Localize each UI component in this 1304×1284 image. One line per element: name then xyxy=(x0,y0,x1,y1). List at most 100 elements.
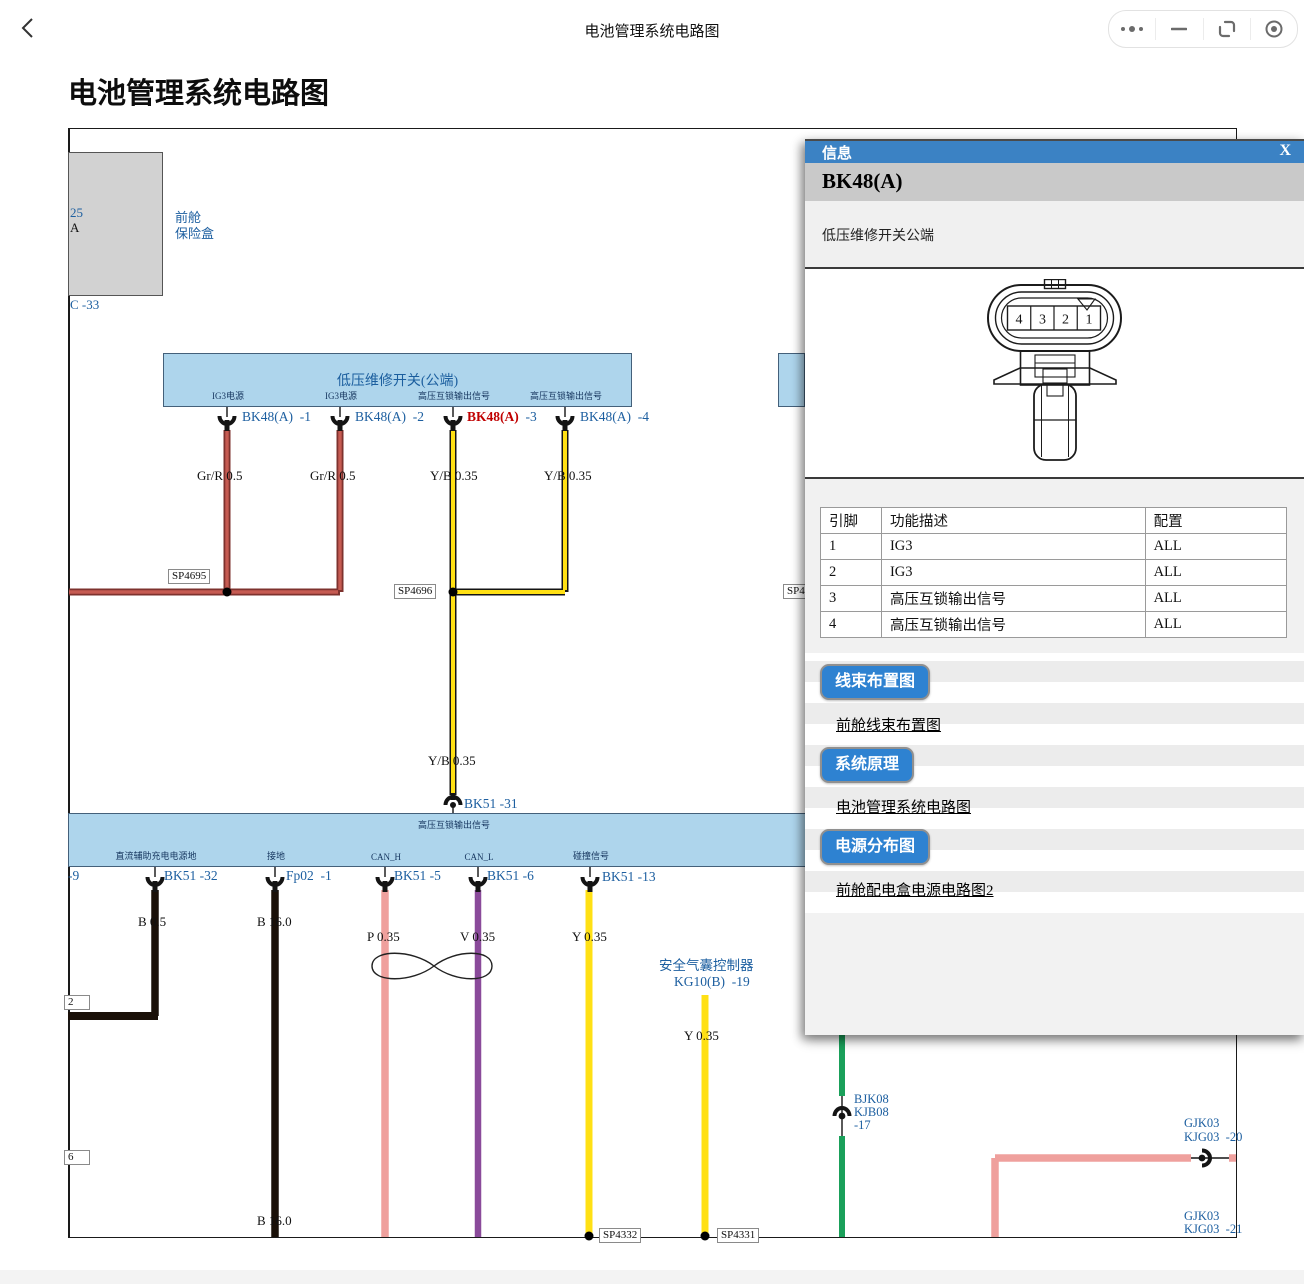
wire-gauge-label: Y 0.35 xyxy=(572,929,607,945)
wire-gauge-label: B 16.0 xyxy=(257,914,292,930)
close-icon[interactable]: X xyxy=(1279,142,1291,160)
table-row: 1 IG3 ALL xyxy=(821,534,1287,560)
connector-label-gjk03-top[interactable]: GJK03 xyxy=(1184,1116,1219,1131)
terminal-glyph-gjk03 xyxy=(1191,1151,1229,1166)
twisted-pair-icon xyxy=(372,953,492,979)
connector-label-bk48-3-pin: -3 xyxy=(519,409,537,424)
minimize-button[interactable] xyxy=(1156,18,1203,40)
splice-label-sp4332[interactable]: SP4332 xyxy=(599,1228,641,1243)
cell-desc: IG3 xyxy=(881,560,1145,586)
pin-table-header: 配置 xyxy=(1145,508,1286,534)
connector-label-bk51-32[interactable]: BK51 -32 xyxy=(164,868,218,884)
record-button[interactable] xyxy=(1251,18,1297,40)
connector-label-bk51-5[interactable]: BK51 -5 xyxy=(394,868,441,884)
wire-gauge-label: B 16.0 xyxy=(257,1213,292,1229)
cell-cfg: ALL xyxy=(1145,586,1286,612)
wire-gauge-label: P 0.35 xyxy=(367,929,400,945)
pin-table: 引脚 功能描述 配置 1 IG3 ALL 2 IG3 ALL 3 高压互锁输出信… xyxy=(820,507,1287,638)
cell-pin: 3 xyxy=(821,586,882,612)
fuse-value: 25 xyxy=(70,205,83,221)
pin-number: 3 xyxy=(1039,313,1046,328)
harness-layout-button[interactable]: 线束布置图 xyxy=(820,664,930,700)
edge-splice-label-6[interactable]: 6 xyxy=(64,1150,90,1165)
connector-label-kg10b-19[interactable]: KG10(B) -19 xyxy=(674,974,750,990)
connector-id: BK48(A) xyxy=(822,169,903,194)
table-row: 3 高压互锁输出信号 ALL xyxy=(821,586,1287,612)
fusebox-name-line2: 保险盒 xyxy=(175,223,214,242)
wire-gauge-label: Y/B 0.35 xyxy=(428,753,476,769)
connector-label-bk48-3-highlight: BK48(A) xyxy=(467,409,519,424)
cell-pin: 2 xyxy=(821,560,882,586)
pin-table-header-row: 引脚 功能描述 配置 xyxy=(821,508,1287,534)
banner2-top-pin: 高压互锁输出信号 xyxy=(418,818,490,831)
system-schematic-button[interactable]: 系统原理 xyxy=(820,747,914,783)
restore-button[interactable] xyxy=(1204,18,1251,40)
wire-gauge-label: Gr/R 0.5 xyxy=(310,468,356,484)
cell-cfg: ALL xyxy=(1145,560,1286,586)
window-controls xyxy=(1108,10,1298,48)
cell-desc: 高压互锁输出信号 xyxy=(881,586,1145,612)
fuse-amp: A xyxy=(70,220,79,236)
component-label-airbag[interactable]: 安全气囊控制器 xyxy=(659,954,754,974)
fusebox-pin-label[interactable]: C -33 xyxy=(70,297,99,313)
connector-label-bk48-1[interactable]: BK48(A) -1 xyxy=(242,409,311,425)
pin-number: 2 xyxy=(1062,313,1069,328)
minimize-icon xyxy=(1171,26,1187,32)
connector-label-bk48-3[interactable]: BK48(A) -3 xyxy=(467,409,537,425)
splice-label-sp4331[interactable]: SP4331 xyxy=(717,1228,759,1243)
wire-gauge-label: Gr/R 0.5 xyxy=(197,468,243,484)
system-schematic-link[interactable]: 电池管理系统电路图 xyxy=(836,796,971,817)
banner2-pin5: 碰撞信号 xyxy=(573,849,609,862)
cell-cfg: ALL xyxy=(1145,612,1286,638)
banner2-pin2: 接地 xyxy=(267,849,285,862)
connector-label-bk51-13[interactable]: BK51 -13 xyxy=(602,869,656,885)
splice-label-sp4695[interactable]: SP4695 xyxy=(168,569,210,584)
page-title: 电池管理系统电路图 xyxy=(68,70,329,112)
connector-description: 低压维修开关公端 xyxy=(822,225,934,245)
edge-splice-label-2[interactable]: 2 xyxy=(64,995,90,1010)
cell-pin: 4 xyxy=(821,612,882,638)
power-distribution-button[interactable]: 电源分布图 xyxy=(820,829,930,865)
more-menu-button[interactable] xyxy=(1109,18,1156,40)
terminal-glyph-bk51-31 xyxy=(446,793,461,813)
banner2-pin1: 直流辅助充电电源地 xyxy=(115,849,196,862)
pin-table-header: 功能描述 xyxy=(881,508,1145,534)
more-icon xyxy=(1119,23,1145,35)
splice-dots xyxy=(223,588,710,1241)
table-row: 4 高压互锁输出信号 ALL xyxy=(821,612,1287,638)
topbar: 电池管理系统电路图 xyxy=(0,0,1304,56)
connector-label-bk51-31[interactable]: BK51 -31 xyxy=(464,796,518,812)
wire-group-red xyxy=(69,430,340,592)
cell-desc: 高压互锁输出信号 xyxy=(881,612,1145,638)
splice-label-sp4696[interactable]: SP4696 xyxy=(394,584,436,599)
table-row: 2 IG3 ALL xyxy=(821,560,1287,586)
connector-illustration: 4 3 2 1 xyxy=(981,279,1131,469)
connector-label-bk51-6[interactable]: BK51 -6 xyxy=(487,868,534,884)
restore-icon xyxy=(1218,20,1236,38)
pin-table-header: 引脚 xyxy=(821,508,882,534)
banner2-pin4: CAN_L xyxy=(465,852,494,862)
record-icon xyxy=(1264,19,1284,39)
cell-pin: 1 xyxy=(821,534,882,560)
wire-gauge-label: Y 0.35 xyxy=(684,1028,719,1044)
pin-number: 1 xyxy=(1086,313,1093,328)
connector-label-edge9[interactable]: -9 xyxy=(68,868,79,884)
terminal-glyph-bjk08 xyxy=(835,1096,850,1136)
harness-layout-link[interactable]: 前舱线束布置图 xyxy=(836,714,941,735)
wire-gauge-label: V 0.35 xyxy=(460,929,495,945)
wire-gauge-label: B 0.5 xyxy=(138,914,166,930)
connector-label-fp02-1[interactable]: Fp02 -1 xyxy=(286,868,332,884)
info-panel: 信息 X BK48(A) 低压维修开关公端 xyxy=(805,139,1304,1035)
power-distribution-link[interactable]: 前舱配电盒电源电路图2 xyxy=(836,879,994,900)
wire-group-yellow-black xyxy=(453,430,565,795)
cell-desc: IG3 xyxy=(881,534,1145,560)
connector-label-kjg03-20[interactable]: KJG03 -20 xyxy=(1184,1130,1242,1145)
connector-label-bk48-2[interactable]: BK48(A) -2 xyxy=(355,409,424,425)
connector-label-bjk08-pin[interactable]: -17 xyxy=(854,1118,871,1133)
info-panel-title: 信息 xyxy=(822,142,852,163)
connector-label-bk48-4[interactable]: BK48(A) -4 xyxy=(580,409,649,425)
info-panel-titlebar: 信息 X xyxy=(805,141,1304,163)
wire-gauge-label: Y/B 0.35 xyxy=(430,468,478,484)
wire-gauge-label: Y/B 0.35 xyxy=(544,468,592,484)
connector-label-kjg03-21[interactable]: KJG03 -21 xyxy=(1184,1222,1242,1237)
